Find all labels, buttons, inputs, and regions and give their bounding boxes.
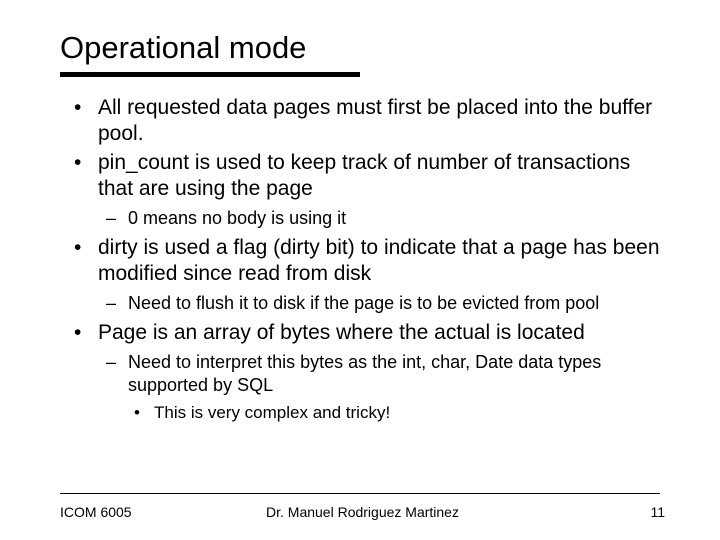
bullet-item: pin_count is used to keep track of numbe… — [60, 150, 665, 230]
bullet-text: Need to interpret this bytes as the int,… — [128, 352, 601, 395]
sub-sub-bullet-list: This is very complex and tricky! — [128, 402, 665, 423]
sub-bullet-list: 0 means no body is using it — [98, 207, 665, 230]
bullet-text: All requested data pages must first be p… — [98, 96, 652, 145]
bullet-item: All requested data pages must first be p… — [60, 95, 665, 146]
bullet-item: Page is an array of bytes where the actu… — [60, 320, 665, 424]
bullet-text: Need to flush it to disk if the page is … — [128, 293, 599, 313]
sub-sub-bullet-item: This is very complex and tricky! — [128, 402, 665, 423]
bullet-text: 0 means no body is using it — [128, 208, 346, 228]
title-underline — [60, 72, 360, 77]
slide-title: Operational mode — [60, 30, 665, 66]
bullet-text: pin_count is used to keep track of numbe… — [98, 151, 630, 200]
sub-bullet-list: Need to flush it to disk if the page is … — [98, 292, 665, 315]
sub-bullet-item: 0 means no body is using it — [98, 207, 665, 230]
sub-bullet-item: Need to flush it to disk if the page is … — [98, 292, 665, 315]
bullet-text: This is very complex and tricky! — [154, 403, 390, 422]
bullet-item: dirty is used a flag (dirty bit) to indi… — [60, 235, 665, 315]
footer: ICOM 6005 Dr. Manuel Rodriguez Martinez … — [60, 504, 665, 520]
bullet-text: dirty is used a flag (dirty bit) to indi… — [98, 236, 660, 285]
bullet-text: Page is an array of bytes where the actu… — [98, 321, 585, 344]
sub-bullet-list: Need to interpret this bytes as the int,… — [98, 351, 665, 423]
footer-divider — [60, 493, 660, 494]
sub-bullet-item: Need to interpret this bytes as the int,… — [98, 351, 665, 423]
bullet-list: All requested data pages must first be p… — [60, 95, 665, 424]
footer-author: Dr. Manuel Rodriguez Martinez — [60, 504, 665, 520]
slide: Operational mode All requested data page… — [0, 0, 720, 540]
